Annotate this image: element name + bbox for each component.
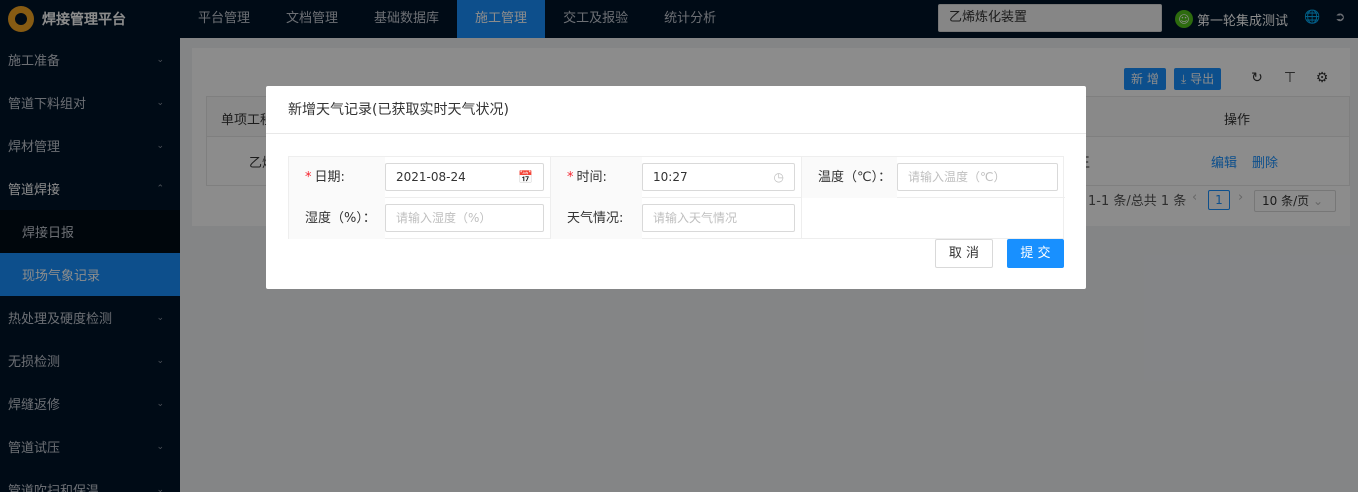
date-picker[interactable]: 2021-08-24 📅	[385, 163, 544, 191]
required-mark: *	[567, 170, 574, 185]
clock-icon: ◷	[773, 170, 784, 184]
divider	[801, 198, 802, 239]
form-row: 湿度（%）： 请输入湿度（%） 天气情况: 请输入天气情况	[289, 198, 1065, 239]
cancel-button[interactable]: 取 消	[935, 239, 993, 268]
calendar-icon: 📅	[518, 170, 533, 184]
date-value: 2021-08-24	[396, 170, 466, 184]
date-label-text: 日期:	[314, 170, 345, 185]
form-row: * 日期: 2021-08-24 📅 * 时间: 10:27 ◷ 温度（℃）： 请输入温…	[289, 157, 1065, 198]
required-mark: *	[305, 170, 312, 185]
humidity-label: 湿度（%）：	[289, 198, 385, 239]
time-picker[interactable]: 10:27 ◷	[642, 163, 795, 191]
time-value: 10:27	[653, 170, 688, 184]
temperature-label: 温度（℃）：	[802, 157, 897, 198]
add-weather-modal: 新增天气记录(已获取实时天气状况) * 日期: 2021-08-24 📅 * 时间: …	[266, 86, 1086, 289]
temperature-input[interactable]: 请输入温度（℃）	[897, 163, 1058, 191]
time-label: * 时间:	[551, 157, 642, 198]
weather-form: * 日期: 2021-08-24 📅 * 时间: 10:27 ◷ 温度（℃）： 请输入温…	[288, 156, 1065, 239]
weather-label: 天气情况:	[551, 198, 642, 239]
time-label-text: 时间:	[576, 170, 607, 185]
modal-title: 新增天气记录(已获取实时天气状况)	[266, 86, 1086, 134]
weather-input[interactable]: 请输入天气情况	[642, 204, 795, 232]
date-label: * 日期:	[289, 157, 385, 198]
submit-button[interactable]: 提 交	[1007, 239, 1064, 268]
humidity-input[interactable]: 请输入湿度（%）	[385, 204, 544, 232]
